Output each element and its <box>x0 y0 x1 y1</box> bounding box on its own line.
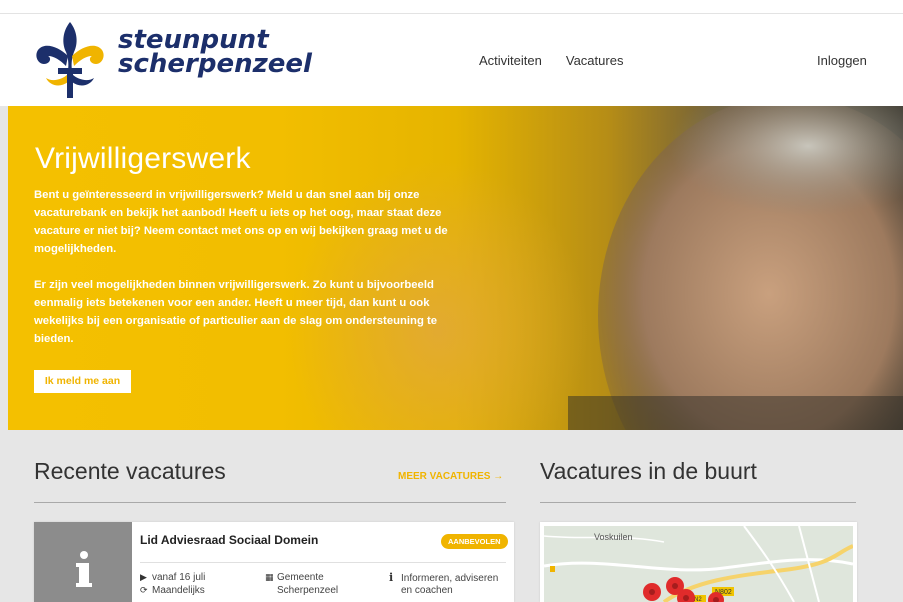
vacancy-frequency: ⟳ Maandelijks <box>140 584 205 597</box>
hero-banner: Vrijwilligerswerk Bent u geïnteresseerd … <box>8 106 903 430</box>
vacancy-organisation: ▦ Gemeente <box>265 571 345 584</box>
refresh-icon: ⟳ <box>140 585 148 595</box>
map-card: Voskuilen N802 N2 <box>540 522 857 602</box>
vacancy-type: i Informeren, adviseren <box>389 571 514 585</box>
recommended-badge: AANBEVOLEN <box>441 534 508 549</box>
vacancy-icon-box <box>34 522 132 602</box>
vacancy-map[interactable]: Voskuilen N802 N2 <box>544 526 853 602</box>
vacancy-type-line1: Informeren, adviseren <box>401 573 499 584</box>
vacancy-frequency-text: Maandelijks <box>152 585 205 596</box>
vacancy-date-text: vanaf 16 juli <box>152 572 206 583</box>
map-label-voskuilen: Voskuilen <box>594 532 633 542</box>
logo-text[interactable]: steunpunt scherpenzeel <box>118 27 312 79</box>
vacancy-date: ▶ vanaf 16 juli <box>140 571 205 584</box>
map-label-n2: N2 <box>694 597 702 602</box>
vacancy-type-line2: en coachen <box>401 585 453 596</box>
hero-paragraph-2: Er zijn veel mogelijkheden binnen vrijwi… <box>34 279 438 345</box>
vacancy-card[interactable]: Lid Adviesraad Sociaal Domein AANBEVOLEN… <box>34 522 514 602</box>
divider <box>540 502 856 503</box>
nearby-vacancies-heading: Vacatures in de buurt <box>540 458 757 484</box>
login-link[interactable]: Inloggen <box>817 53 867 68</box>
more-vacancies-link[interactable]: MEER VACATURES → <box>398 471 503 482</box>
map-marker-icon[interactable] <box>643 583 661 601</box>
recent-vacancies-heading: Recente vacatures <box>34 458 226 484</box>
nav-activiteiten[interactable]: Activiteiten <box>479 53 542 68</box>
building-icon: ▦ <box>265 572 274 582</box>
vacancy-organisation-line1: Gemeente <box>277 572 324 583</box>
hero-title: Vrijwilligerswerk <box>35 142 251 175</box>
site-header: steunpunt scherpenzeel Activiteiten Vaca… <box>0 14 903 106</box>
info-icon <box>76 551 92 587</box>
nav-vacatures[interactable]: Vacatures <box>566 53 624 68</box>
vacancy-organisation-line2: Scherpenzeel <box>277 585 339 596</box>
hero-paragraph-1: Bent u geïnteresseerd in vrijwilligerswe… <box>34 189 448 255</box>
play-icon: ▶ <box>140 572 147 582</box>
info-small-icon: i <box>389 571 394 584</box>
signup-button[interactable]: Ik meld me aan <box>34 370 131 393</box>
vacancy-title[interactable]: Lid Adviesraad Sociaal Domein <box>140 533 318 547</box>
logo-line2: scherpenzeel <box>118 49 312 79</box>
card-divider <box>140 562 506 563</box>
divider <box>34 502 506 503</box>
top-strip <box>0 0 903 14</box>
main-nav: Activiteiten Vacatures <box>479 53 623 68</box>
